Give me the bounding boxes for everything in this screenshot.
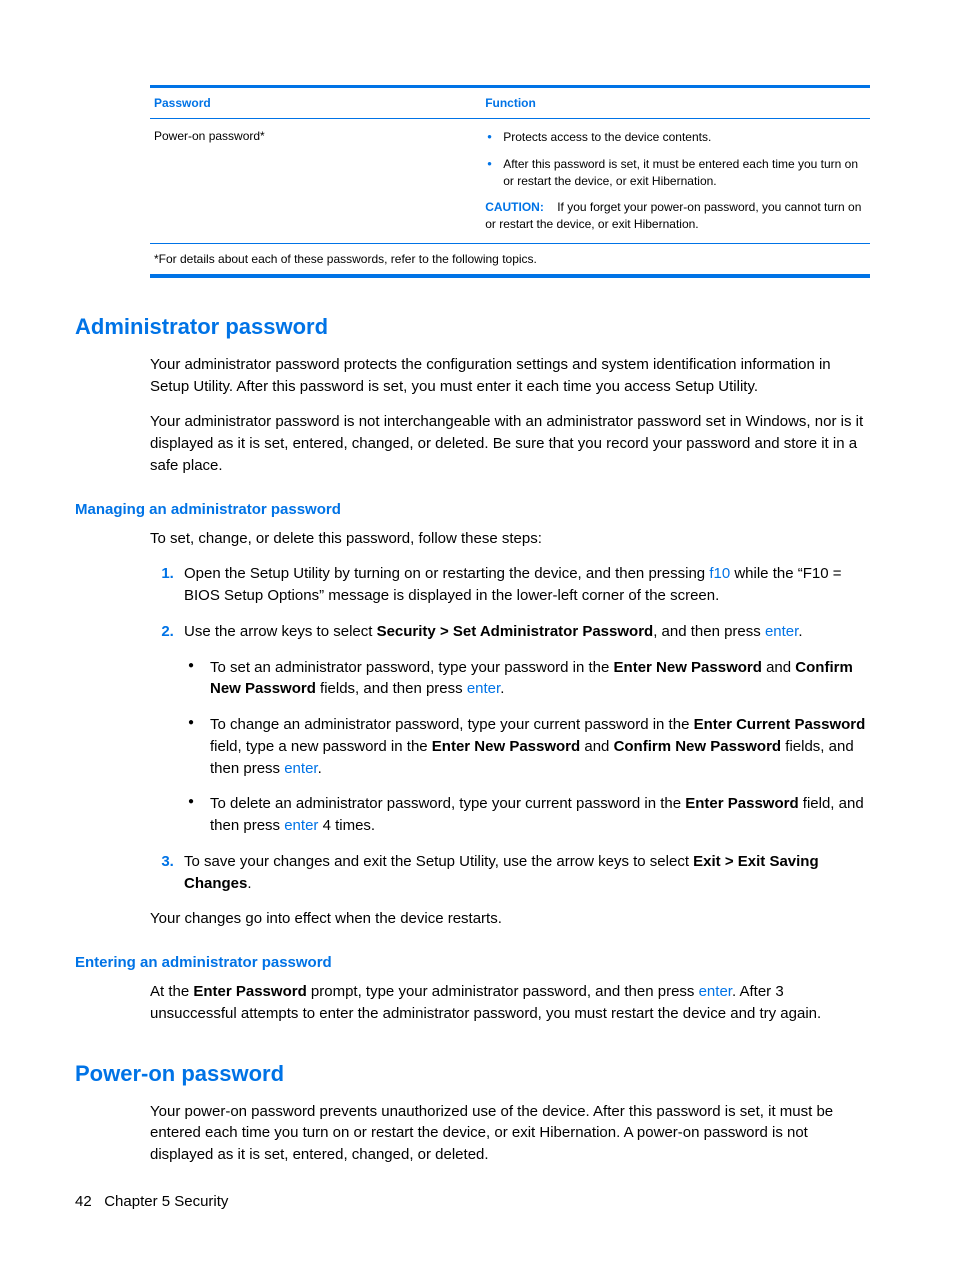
sub-list: To set an administrator password, type y… bbox=[184, 657, 869, 837]
document-page: Password Function Power-on password* Pro… bbox=[0, 0, 954, 1270]
body-text: Your administrator password protects the… bbox=[150, 354, 869, 398]
table-footnote-row: *For details about each of these passwor… bbox=[150, 243, 870, 276]
key-enter: enter bbox=[284, 817, 318, 834]
table-header-function: Function bbox=[481, 87, 870, 119]
function-bullet: After this password is set, it must be e… bbox=[503, 156, 866, 190]
body-text: At the Enter Password prompt, type your … bbox=[150, 981, 869, 1025]
caution-note: CAUTION: If you forget your power-on pas… bbox=[485, 199, 866, 233]
heading-entering-admin: Entering an administrator password bbox=[75, 954, 869, 971]
body-text: Your changes go into effect when the dev… bbox=[150, 908, 869, 930]
key-enter: enter bbox=[765, 623, 798, 640]
table-header-password: Password bbox=[150, 87, 481, 119]
heading-managing-admin: Managing an administrator password bbox=[75, 501, 869, 518]
body-text: Your administrator password is not inter… bbox=[150, 411, 869, 476]
chapter-label: Chapter 5 Security bbox=[104, 1193, 228, 1210]
page-number: 42 bbox=[75, 1193, 92, 1210]
table-row: Power-on password* Protects access to th… bbox=[150, 119, 870, 244]
caution-label: CAUTION: bbox=[485, 200, 544, 214]
step-item: To save your changes and exit the Setup … bbox=[178, 851, 869, 895]
password-table: Password Function Power-on password* Pro… bbox=[150, 85, 870, 278]
body-text: To set, change, or delete this password,… bbox=[150, 528, 869, 550]
password-function-cell: Protects access to the device contents. … bbox=[481, 119, 870, 244]
sub-item: To delete an administrator password, typ… bbox=[210, 793, 869, 837]
table-footnote: *For details about each of these passwor… bbox=[150, 243, 870, 276]
step-item: Use the arrow keys to select Security > … bbox=[178, 621, 869, 837]
heading-poweron-password: Power-on password bbox=[75, 1061, 869, 1087]
key-enter: enter bbox=[284, 760, 317, 777]
step-item: Open the Setup Utility by turning on or … bbox=[178, 563, 869, 607]
key-enter: enter bbox=[467, 680, 500, 697]
steps-list: Open the Setup Utility by turning on or … bbox=[150, 563, 869, 894]
body-text: Your power-on password prevents unauthor… bbox=[150, 1101, 869, 1166]
sub-item: To set an administrator password, type y… bbox=[210, 657, 869, 701]
password-name-cell: Power-on password* bbox=[150, 119, 481, 244]
page-footer: 42 Chapter 5 Security bbox=[75, 1193, 228, 1210]
key-enter: enter bbox=[699, 983, 732, 1000]
key-f10: f10 bbox=[709, 565, 730, 582]
function-bullet: Protects access to the device contents. bbox=[503, 129, 866, 146]
sub-item: To change an administrator password, typ… bbox=[210, 714, 869, 779]
heading-admin-password: Administrator password bbox=[75, 314, 869, 340]
